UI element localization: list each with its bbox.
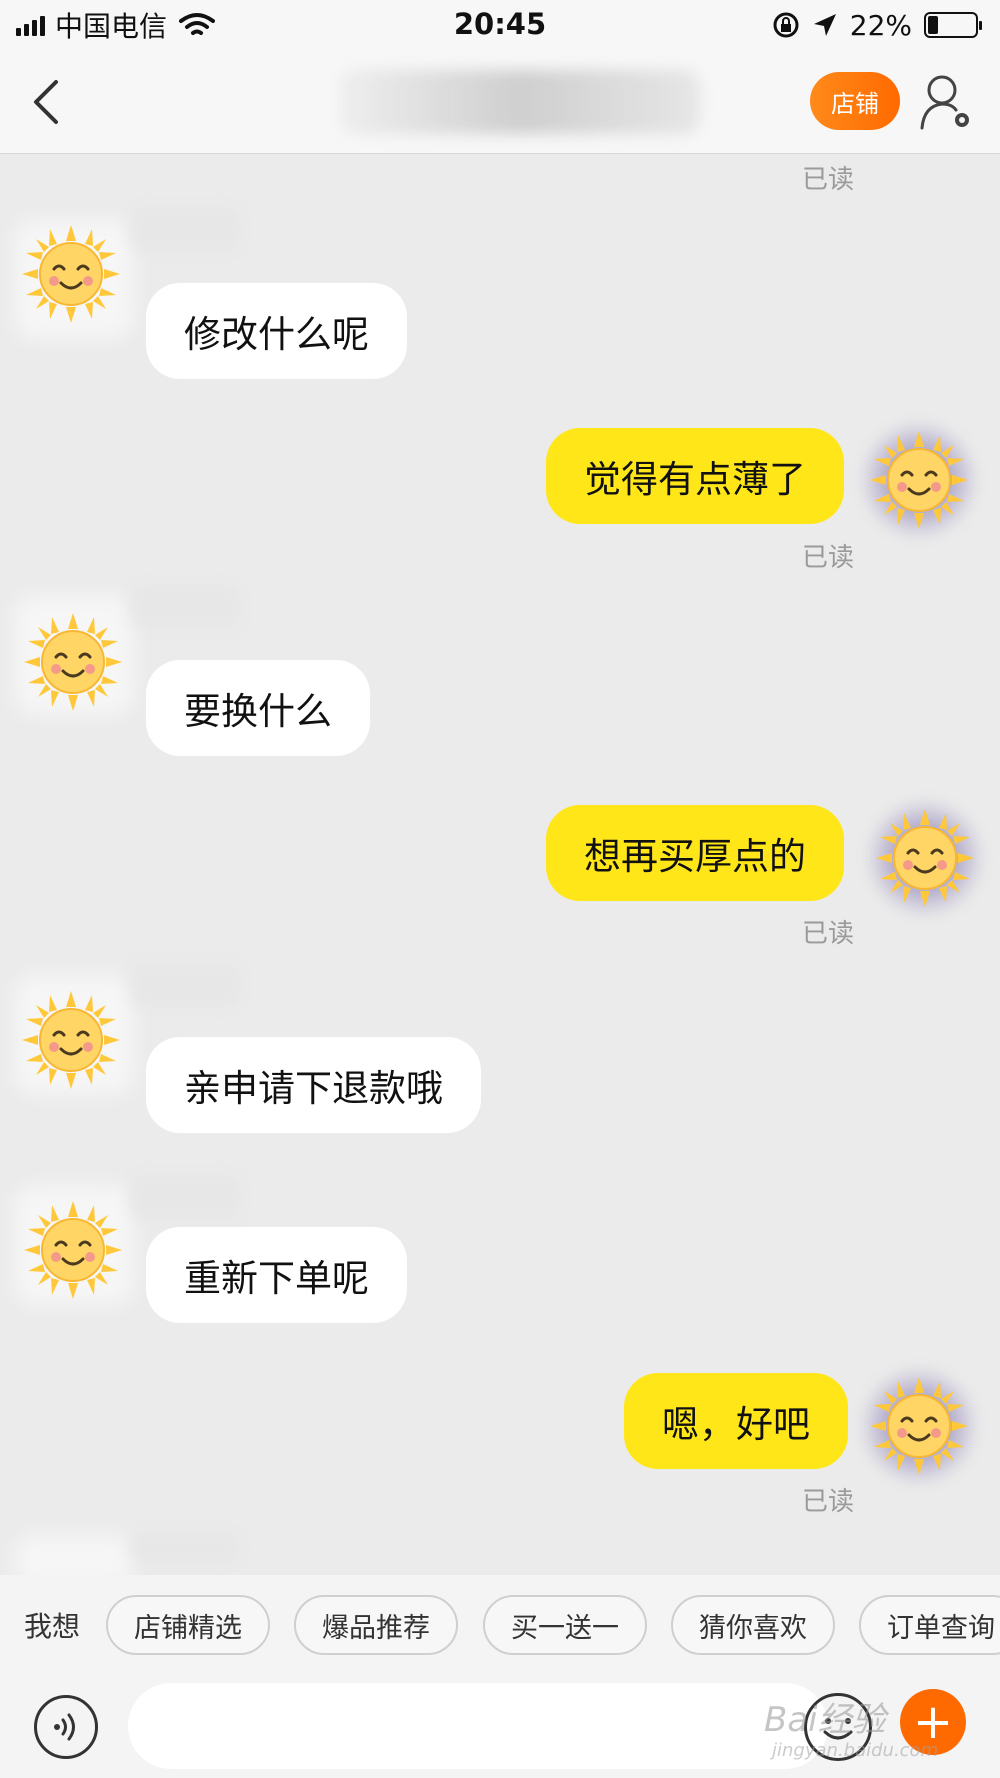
user-avatar[interactable] [864,425,974,535]
chip-order-inquiry[interactable]: 订单查询 [859,1595,1000,1655]
status-right: 22% [772,8,982,42]
status-bar: 中国电信 20:45 22% [0,0,1000,50]
read-status: 已读 [801,543,854,573]
chip-buy-one-get-one[interactable]: 买一送一 [483,1595,647,1655]
chip-store-picks[interactable]: 店铺精选 [106,1595,270,1655]
message-bubble-outgoing[interactable]: 想再买厚点的 [546,805,844,901]
seller-avatar[interactable] [16,985,126,1095]
seller-avatar[interactable] [18,607,128,717]
chip-hot-items[interactable]: 爆品推荐 [294,1595,458,1655]
sender-name-blurred [130,1533,240,1563]
user-settings-icon[interactable] [920,72,974,132]
location-icon [813,14,836,36]
battery-level [928,16,938,34]
message-bubble-incoming[interactable]: 重新下单呢 [146,1227,407,1323]
store-button[interactable]: 店铺 [810,72,900,130]
back-icon[interactable] [24,74,74,130]
battery-icon [924,12,982,38]
watermark-sub: jingyan.baidu.com [772,1740,939,1761]
message-bubble-outgoing[interactable]: 嗯，好吧 [624,1373,848,1469]
voice-button[interactable] [34,1695,98,1759]
rotation-lock-icon [773,12,799,38]
watermark-main: Bai经验 [764,1700,886,1740]
message-bubble-incoming[interactable]: 要换什么 [146,660,370,756]
sender-name-blurred [130,963,240,1007]
baidu-watermark: Bai经验 jingyan.baidu.com [760,1672,980,1778]
seller-avatar[interactable] [18,1195,128,1305]
chat-area[interactable]: 已读 修改什么呢 觉得有点薄了 已读 要换什么 想再买厚点的 已读 亲申请下退款… [0,155,1000,1585]
nav-bar: 店铺 [0,50,1000,154]
message-input[interactable] [128,1683,828,1769]
message-bubble-outgoing[interactable]: 觉得有点薄了 [546,428,844,524]
chat-title-blurred [340,70,700,134]
message-bubble-incoming[interactable]: 亲申请下退款哦 [146,1037,481,1133]
read-status: 已读 [801,919,854,949]
sender-name-blurred [130,1175,240,1219]
seller-avatar[interactable] [16,219,126,329]
sender-name-blurred [130,585,240,629]
quick-reply-label: 我想 [24,1610,81,1643]
chip-recommendations[interactable]: 猜你喜欢 [671,1595,835,1655]
sender-name-blurred [130,207,240,251]
voice-icon [54,1713,75,1741]
message-bubble-incoming[interactable]: 修改什么呢 [146,283,407,379]
read-status: 已读 [801,1487,854,1517]
user-avatar[interactable] [870,803,980,913]
quick-reply-bar: 我想 店铺精选 爆品推荐 买一送一 猜你喜欢 订单查询 [0,1575,1000,1675]
read-status: 已读 [801,165,854,195]
user-avatar[interactable] [864,1371,974,1481]
battery-percent: 22% [849,8,912,42]
